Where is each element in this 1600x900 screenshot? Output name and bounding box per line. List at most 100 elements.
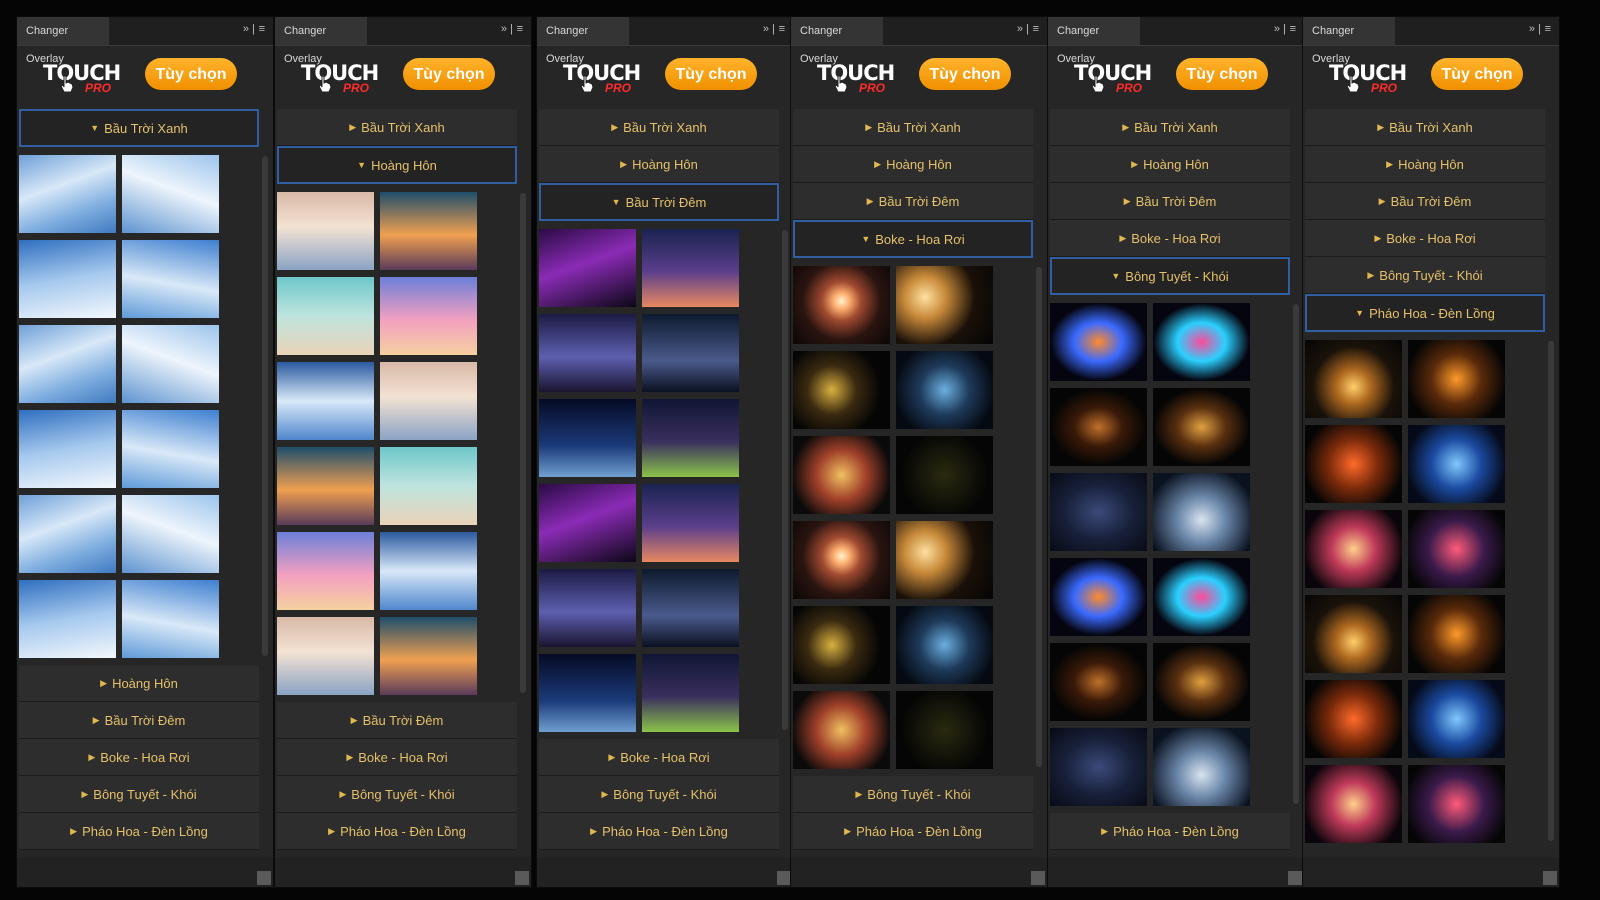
category-item[interactable]: ▶ Hoàng Hôn <box>793 146 1033 183</box>
overlay-thumbnail[interactable] <box>1305 765 1402 843</box>
category-item-active[interactable]: ▼ Hoàng Hôn <box>277 146 517 184</box>
overlay-thumbnail[interactable] <box>122 495 219 573</box>
hamburger-menu-icon[interactable]: ≡ <box>259 23 265 35</box>
overlay-thumbnail[interactable] <box>122 580 219 658</box>
category-item-active[interactable]: ▼ Bầu Trời Đêm <box>539 183 779 221</box>
overlay-thumbnail[interactable] <box>122 240 219 318</box>
hamburger-menu-icon[interactable]: ≡ <box>779 23 785 35</box>
category-item[interactable]: ▶ Pháo Hoa - Đèn Lồng <box>277 813 517 850</box>
category-item[interactable]: ▶ Boke - Hoa Rơi <box>1305 220 1545 257</box>
double-chevron-icon[interactable]: » <box>1529 23 1535 35</box>
double-chevron-icon[interactable]: » <box>763 23 769 35</box>
overlay-thumbnail[interactable] <box>380 192 477 270</box>
overlay-thumbnail[interactable] <box>793 266 890 344</box>
overlay-thumbnail[interactable] <box>1050 558 1147 636</box>
overlay-thumbnail[interactable] <box>277 617 374 695</box>
category-item[interactable]: ▶ Hoàng Hôn <box>1305 146 1545 183</box>
hamburger-menu-icon[interactable]: ≡ <box>517 23 523 35</box>
overlay-thumbnail[interactable] <box>1050 728 1147 806</box>
panel-tab[interactable]: Changer Overlay <box>275 17 367 65</box>
overlay-thumbnail[interactable] <box>642 569 739 647</box>
category-item[interactable]: ▶ Bầu Trời Đêm <box>793 183 1033 220</box>
overlay-thumbnail[interactable] <box>793 436 890 514</box>
overlay-thumbnail[interactable] <box>380 532 477 610</box>
overlay-thumbnail[interactable] <box>1408 680 1505 758</box>
resize-handle[interactable] <box>777 871 791 885</box>
overlay-thumbnail[interactable] <box>793 691 890 769</box>
options-button[interactable]: Tùy chọn <box>1176 58 1268 90</box>
resize-handle[interactable] <box>1031 871 1045 885</box>
resize-handle[interactable] <box>1543 871 1557 885</box>
overlay-thumbnail[interactable] <box>896 266 993 344</box>
overlay-thumbnail[interactable] <box>277 447 374 525</box>
vertical-scrollbar[interactable] <box>1036 267 1042 767</box>
overlay-thumbnail[interactable] <box>896 351 993 429</box>
category-item[interactable]: ▶ Bầu Trời Xanh <box>1050 109 1290 146</box>
category-item-active[interactable]: ▼ Bầu Trời Xanh <box>19 109 259 147</box>
overlay-thumbnail[interactable] <box>19 240 116 318</box>
options-button[interactable]: Tùy chọn <box>403 58 495 90</box>
vertical-scrollbar[interactable] <box>1293 304 1299 804</box>
category-item[interactable]: ▶ Pháo Hoa - Đèn Lồng <box>539 813 779 850</box>
category-item[interactable]: ▶ Bông Tuyết - Khói <box>277 776 517 813</box>
vertical-scrollbar[interactable] <box>1548 341 1554 841</box>
overlay-thumbnail[interactable] <box>277 192 374 270</box>
overlay-thumbnail[interactable] <box>896 521 993 599</box>
panel-tab[interactable]: Changer Overlay <box>1303 17 1395 65</box>
category-item[interactable]: ▶ Bầu Trời Xanh <box>1305 109 1545 146</box>
overlay-thumbnail[interactable] <box>122 410 219 488</box>
overlay-thumbnail[interactable] <box>642 229 739 307</box>
overlay-thumbnail[interactable] <box>896 606 993 684</box>
overlay-thumbnail[interactable] <box>539 484 636 562</box>
overlay-thumbnail[interactable] <box>1408 595 1505 673</box>
overlay-thumbnail[interactable] <box>1305 425 1402 503</box>
overlay-thumbnail[interactable] <box>1050 473 1147 551</box>
hamburger-menu-icon[interactable]: ≡ <box>1545 23 1551 35</box>
overlay-thumbnail[interactable] <box>642 399 739 477</box>
category-item[interactable]: ▶ Boke - Hoa Rơi <box>277 739 517 776</box>
overlay-thumbnail[interactable] <box>793 606 890 684</box>
overlay-thumbnail[interactable] <box>896 436 993 514</box>
overlay-thumbnail[interactable] <box>1153 473 1250 551</box>
overlay-thumbnail[interactable] <box>642 654 739 732</box>
overlay-thumbnail[interactable] <box>1408 765 1505 843</box>
overlay-thumbnail[interactable] <box>19 580 116 658</box>
overlay-thumbnail[interactable] <box>277 277 374 355</box>
overlay-thumbnail[interactable] <box>1153 303 1250 381</box>
overlay-thumbnail[interactable] <box>1305 680 1402 758</box>
overlay-thumbnail[interactable] <box>1305 340 1402 418</box>
category-item[interactable]: ▶ Boke - Hoa Rơi <box>539 739 779 776</box>
category-item[interactable]: ▶ Bông Tuyết - Khói <box>539 776 779 813</box>
category-item[interactable]: ▶ Bông Tuyết - Khói <box>793 776 1033 813</box>
category-item[interactable]: ▶ Pháo Hoa - Đèn Lồng <box>19 813 259 850</box>
overlay-thumbnail[interactable] <box>122 325 219 403</box>
overlay-thumbnail[interactable] <box>1153 643 1250 721</box>
category-item[interactable]: ▶ Bầu Trời Xanh <box>793 109 1033 146</box>
category-item-active[interactable]: ▼ Boke - Hoa Rơi <box>793 220 1033 258</box>
overlay-thumbnail[interactable] <box>19 495 116 573</box>
panel-tab[interactable]: Changer Overlay <box>791 17 883 65</box>
panel-tab[interactable]: Changer Overlay <box>537 17 629 65</box>
options-button[interactable]: Tùy chọn <box>919 58 1011 90</box>
overlay-thumbnail[interactable] <box>1408 340 1505 418</box>
overlay-thumbnail[interactable] <box>539 654 636 732</box>
category-item[interactable]: ▶ Bầu Trời Đêm <box>1305 183 1545 220</box>
hamburger-menu-icon[interactable]: ≡ <box>1033 23 1039 35</box>
overlay-thumbnail[interactable] <box>19 325 116 403</box>
overlay-thumbnail[interactable] <box>1408 510 1505 588</box>
overlay-thumbnail[interactable] <box>1153 558 1250 636</box>
hamburger-menu-icon[interactable]: ≡ <box>1290 23 1296 35</box>
overlay-thumbnail[interactable] <box>380 617 477 695</box>
overlay-thumbnail[interactable] <box>1050 388 1147 466</box>
vertical-scrollbar[interactable] <box>782 230 788 730</box>
overlay-thumbnail[interactable] <box>896 691 993 769</box>
overlay-thumbnail[interactable] <box>1050 303 1147 381</box>
category-item[interactable]: ▶ Bầu Trời Đêm <box>277 702 517 739</box>
options-button[interactable]: Tùy chọn <box>1431 58 1523 90</box>
overlay-thumbnail[interactable] <box>539 569 636 647</box>
category-item[interactable]: ▶ Hoàng Hôn <box>539 146 779 183</box>
overlay-thumbnail[interactable] <box>1153 728 1250 806</box>
overlay-thumbnail[interactable] <box>380 362 477 440</box>
options-button[interactable]: Tùy chọn <box>145 58 237 90</box>
overlay-thumbnail[interactable] <box>539 229 636 307</box>
